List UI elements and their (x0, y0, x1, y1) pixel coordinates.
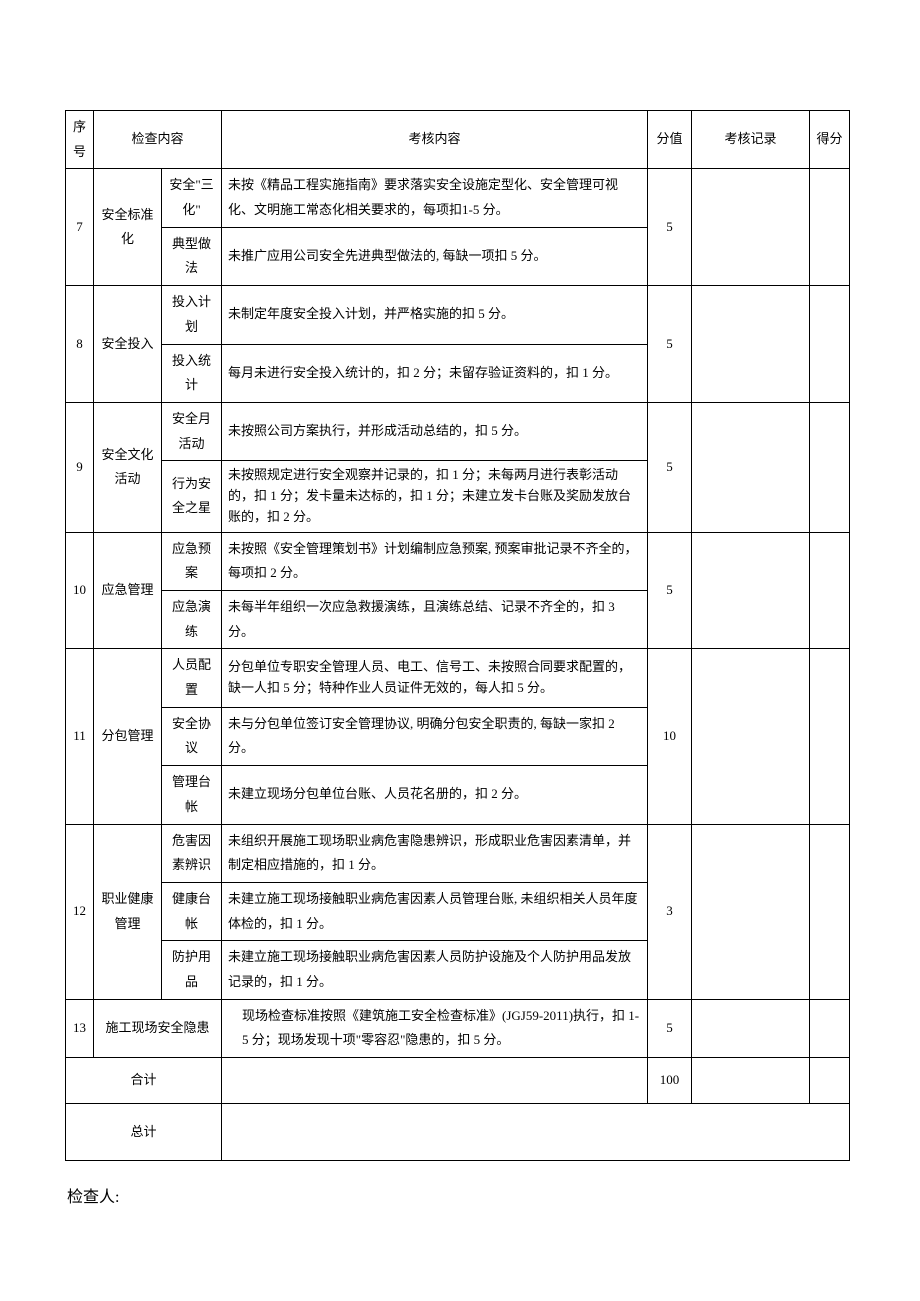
cell-got (810, 824, 850, 999)
cell-record (692, 286, 810, 403)
cell-sub: 安全月活动 (162, 402, 222, 460)
cell-content: 未按照公司方案执行，并形成活动总结的，扣 5 分。 (222, 402, 648, 460)
table-row: 8 安全投入 投入计划 未制定年度安全投入计划，并严格实施的扣 5 分。 5 (66, 286, 850, 344)
cell-category: 安全标准化 (94, 169, 162, 286)
cell-record (692, 169, 810, 286)
total-label: 总计 (66, 1103, 222, 1161)
table-row: 11 分包管理 人员配置 分包单位专职安全管理人员、电工、信号工、未按照合同要求… (66, 649, 850, 707)
cell-got (810, 286, 850, 403)
cell-score: 10 (648, 649, 692, 824)
cell-sub: 应急演练 (162, 591, 222, 649)
subtotal-label: 合计 (66, 1058, 222, 1104)
cell-content: 未组织开展施工现场职业病危害隐患辨识，形成职业危害因素清单，并制定相应措施的，扣… (222, 824, 648, 882)
cell-content: 未制定年度安全投入计划，并严格实施的扣 5 分。 (222, 286, 648, 344)
cell-content: 未建立施工现场接触职业病危害因素人员管理台账, 未组织相关人员年度体检的，扣 1… (222, 882, 648, 940)
hdr-score: 分值 (648, 111, 692, 169)
subtotal-got (810, 1058, 850, 1104)
total-row: 总计 (66, 1103, 850, 1161)
signature-line: 检查人: (65, 1183, 850, 1207)
cell-sub: 安全"三化" (162, 169, 222, 227)
cell-record (692, 999, 810, 1057)
cell-got (810, 532, 850, 649)
cell-record (692, 824, 810, 999)
cell-score: 5 (648, 286, 692, 403)
cell-content: 未按照《安全管理策划书》计划编制应急预案, 预案审批记录不齐全的，每项扣 2 分… (222, 532, 648, 590)
hdr-category: 检查内容 (94, 111, 222, 169)
table-row: 10 应急管理 应急预案 未按照《安全管理策划书》计划编制应急预案, 预案审批记… (66, 532, 850, 590)
cell-got (810, 999, 850, 1057)
cell-record (692, 532, 810, 649)
total-empty (222, 1103, 850, 1161)
cell-sub: 典型做法 (162, 227, 222, 285)
cell-sub: 管理台帐 (162, 766, 222, 824)
table-row: 13 施工现场安全隐患 现场检查标准按照《建筑施工安全检查标准》(JGJ59-2… (66, 999, 850, 1057)
cell-seq: 9 (66, 402, 94, 532)
cell-sub: 防护用品 (162, 941, 222, 999)
cell-content: 每月未进行安全投入统计的，扣 2 分；未留存验证资料的，扣 1 分。 (222, 344, 648, 402)
cell-content: 未每半年组织一次应急救援演练，且演练总结、记录不齐全的，扣 3 分。 (222, 591, 648, 649)
cell-content: 未与分包单位签订安全管理协议, 明确分包安全职责的, 每缺一家扣 2 分。 (222, 707, 648, 765)
cell-content: 未按照规定进行安全观察并记录的，扣 1 分；未每两月进行表彰活动的，扣 1 分；… (222, 461, 648, 532)
assessment-table: 序号 检查内容 考核内容 分值 考核记录 得分 7 安全标准化 安全"三化" 未… (65, 110, 850, 1161)
cell-content: 未建立现场分包单位台账、人员花名册的，扣 2 分。 (222, 766, 648, 824)
cell-sub: 行为安全之星 (162, 461, 222, 532)
subtotal-score: 100 (648, 1058, 692, 1104)
hdr-record: 考核记录 (692, 111, 810, 169)
cell-sub: 投入统计 (162, 344, 222, 402)
subtotal-row: 合计 100 (66, 1058, 850, 1104)
header-row: 序号 检查内容 考核内容 分值 考核记录 得分 (66, 111, 850, 169)
cell-category: 职业健康管理 (94, 824, 162, 999)
cell-content: 现场检查标准按照《建筑施工安全检查标准》(JGJ59-2011)执行，扣 1-5… (222, 999, 648, 1057)
subtotal-record (692, 1058, 810, 1104)
cell-content: 分包单位专职安全管理人员、电工、信号工、未按照合同要求配置的，缺一人扣 5 分；… (222, 649, 648, 707)
cell-score: 3 (648, 824, 692, 999)
cell-score: 5 (648, 999, 692, 1057)
cell-seq: 10 (66, 532, 94, 649)
hdr-got: 得分 (810, 111, 850, 169)
cell-seq: 8 (66, 286, 94, 403)
cell-seq: 11 (66, 649, 94, 824)
cell-sub: 投入计划 (162, 286, 222, 344)
cell-score: 5 (648, 532, 692, 649)
cell-got (810, 169, 850, 286)
cell-category: 应急管理 (94, 532, 162, 649)
cell-got (810, 402, 850, 532)
cell-seq: 12 (66, 824, 94, 999)
cell-category: 分包管理 (94, 649, 162, 824)
cell-score: 5 (648, 169, 692, 286)
cell-sub: 人员配置 (162, 649, 222, 707)
cell-category: 安全文化活动 (94, 402, 162, 532)
cell-seq: 13 (66, 999, 94, 1057)
hdr-content: 考核内容 (222, 111, 648, 169)
cell-content: 未建立施工现场接触职业病危害因素人员防护设施及个人防护用品发放记录的，扣 1 分… (222, 941, 648, 999)
cell-content: 未推广应用公司安全先进典型做法的, 每缺一项扣 5 分。 (222, 227, 648, 285)
cell-got (810, 649, 850, 824)
table-row: 12 职业健康管理 危害因素辨识 未组织开展施工现场职业病危害隐患辨识，形成职业… (66, 824, 850, 882)
cell-sub: 应急预案 (162, 532, 222, 590)
cell-sub: 危害因素辨识 (162, 824, 222, 882)
table-row: 9 安全文化活动 安全月活动 未按照公司方案执行，并形成活动总结的，扣 5 分。… (66, 402, 850, 460)
cell-category: 施工现场安全隐患 (94, 999, 222, 1057)
cell-record (692, 649, 810, 824)
cell-sub: 健康台帐 (162, 882, 222, 940)
table-row: 7 安全标准化 安全"三化" 未按《精品工程实施指南》要求落实安全设施定型化、安… (66, 169, 850, 227)
cell-seq: 7 (66, 169, 94, 286)
cell-category: 安全投入 (94, 286, 162, 403)
subtotal-empty (222, 1058, 648, 1104)
cell-content: 未按《精品工程实施指南》要求落实安全设施定型化、安全管理可视化、文明施工常态化相… (222, 169, 648, 227)
cell-sub: 安全协议 (162, 707, 222, 765)
cell-score: 5 (648, 402, 692, 532)
cell-record (692, 402, 810, 532)
hdr-seq: 序号 (66, 111, 94, 169)
